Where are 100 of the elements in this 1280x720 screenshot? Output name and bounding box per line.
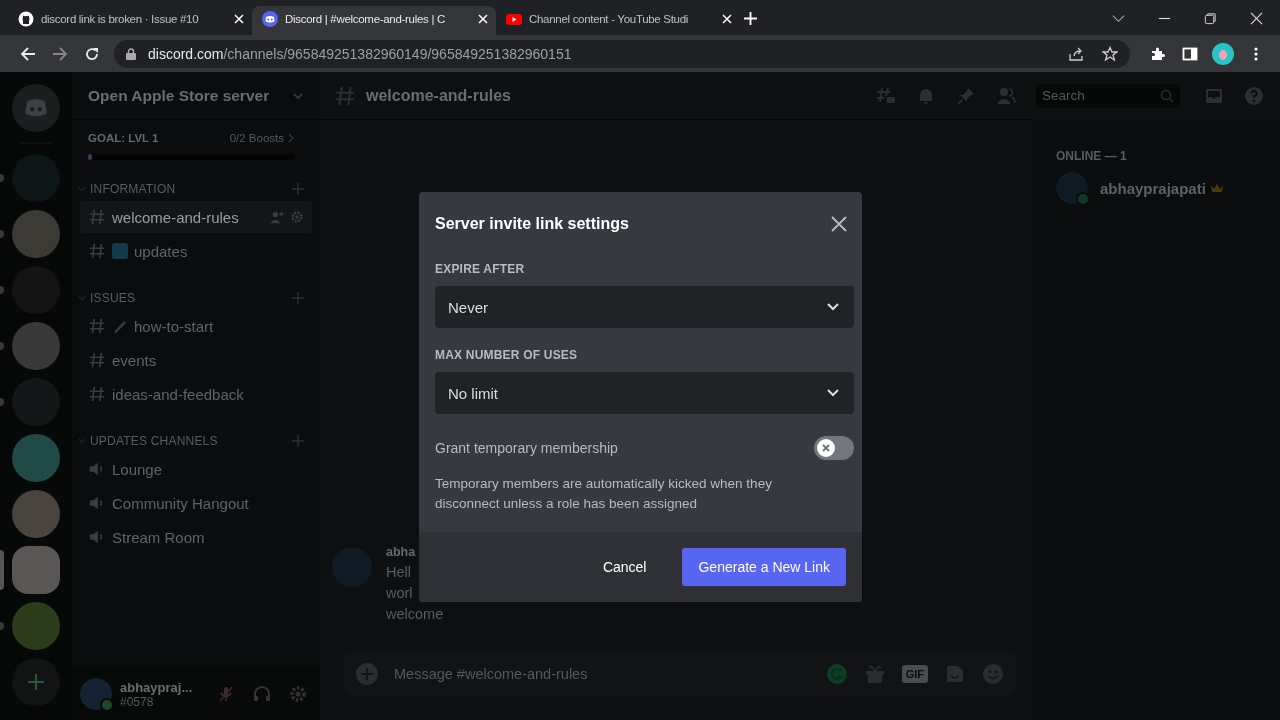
category-name[interactable]: UPDATES CHANNELS (90, 434, 292, 448)
settings-icon[interactable] (290, 210, 304, 224)
dropdown[interactable]: No limit (435, 372, 854, 414)
channel-title: welcome-and-rules (366, 86, 511, 105)
search-field[interactable]: Search (1036, 83, 1180, 108)
search-placeholder: Search (1042, 88, 1086, 103)
url-text: discord.com/channels/965849251382960149/965849251382960151 (148, 45, 572, 62)
caret-icon[interactable] (78, 437, 86, 445)
github-icon (18, 10, 34, 27)
plus-icon[interactable] (292, 183, 304, 195)
new-emoji-icon (112, 243, 128, 259)
channel-item[interactable]: Community Hangout (80, 487, 312, 519)
boost-goal: GOAL: LVL 1 (88, 132, 160, 144)
chevron-icon (826, 302, 840, 312)
members-icon[interactable] (996, 85, 1016, 106)
discord-icon (262, 10, 278, 27)
gift-icon[interactable] (863, 663, 886, 685)
plus-icon[interactable] (356, 663, 378, 685)
dialog-title: Server invite link settings (435, 215, 630, 233)
dropdown[interactable]: Never (435, 286, 854, 328)
browser-tab[interactable]: Discord | #welcome-and-rules | C (252, 6, 496, 35)
hash-icon (334, 84, 356, 107)
hash-icon (88, 351, 106, 369)
tab-title: Discord | #welcome-and-rules | C (285, 12, 446, 25)
threads-icon[interactable] (876, 85, 896, 106)
message-text: worl (386, 585, 414, 601)
boost-count[interactable]: 0/2 Boosts (229, 132, 284, 144)
server-icon[interactable] (12, 84, 60, 132)
caret-icon[interactable] (78, 294, 86, 302)
members-heading: ONLINE — 1 (1056, 149, 1128, 163)
sticker-icon[interactable] (944, 663, 966, 685)
gif-button[interactable]: GIF (901, 665, 928, 683)
toggle-label: Grant temporary membership (435, 440, 619, 456)
add-server-button[interactable] (12, 658, 60, 706)
member-item[interactable]: abhayprajapati (1048, 167, 1272, 209)
user-avatar[interactable] (80, 678, 112, 710)
back-icon[interactable] (20, 45, 36, 62)
hash-icon (88, 242, 106, 260)
server-icon[interactable] (12, 602, 60, 650)
field-label: MAX NUMBER OF USES (435, 348, 579, 362)
server-icon[interactable] (12, 490, 60, 538)
server-icon[interactable] (12, 546, 60, 594)
help-icon[interactable] (1244, 85, 1264, 106)
category-name[interactable]: ISSUES (90, 291, 292, 305)
headphones-icon[interactable] (252, 684, 272, 704)
emoji-icon[interactable] (982, 663, 1004, 685)
channel-item[interactable]: welcome-and-rules (80, 201, 312, 233)
server-icon[interactable] (12, 322, 60, 370)
address-field[interactable]: discord.com/channels/965849251382960149/965849251382960151 (114, 39, 1130, 68)
side-panel-icon[interactable] (1182, 45, 1198, 62)
share-icon[interactable] (1068, 45, 1084, 62)
user-tag: #0578 (120, 694, 204, 709)
category-name[interactable]: INFORMATION (90, 182, 292, 196)
puzzle-icon[interactable] (1150, 45, 1166, 62)
message-input[interactable]: Message #welcome-and-rules GIF (344, 652, 1016, 696)
toggle-switch[interactable] (814, 436, 854, 460)
plus-icon[interactable] (292, 435, 304, 447)
toggle-description: Temporary members are automatically kicked when they disconnect unless a role has been assigned (435, 475, 773, 513)
microphone-icon[interactable] (216, 684, 236, 704)
close-icon[interactable] (831, 216, 847, 232)
reload-icon[interactable] (84, 45, 100, 62)
invite-icon[interactable] (270, 210, 284, 224)
member-name: abhayprajapati (1100, 179, 1206, 197)
restore-icon[interactable] (1204, 12, 1217, 25)
channel-name: Stream Room (112, 528, 206, 546)
cancel-button[interactable]: Cancel (582, 548, 667, 586)
server-icon[interactable] (12, 210, 60, 258)
user-avatar (1056, 172, 1088, 204)
channel-item[interactable]: how-to-start (80, 310, 312, 342)
new-tab-icon[interactable] (744, 12, 757, 25)
chevron-icon (826, 388, 840, 398)
browser-tab[interactable]: discord link is broken · Issue #10 (8, 6, 252, 35)
channel-name: welcome-and-rules (112, 208, 240, 226)
channel-name: Lounge (112, 460, 164, 478)
search-icon (1160, 88, 1174, 103)
channel-item[interactable]: updates (80, 235, 312, 267)
generate-link-button[interactable]: Generate a New Link (682, 548, 846, 586)
grammar-icon[interactable] (825, 663, 848, 685)
forward-icon[interactable] (52, 45, 68, 62)
channel-item[interactable]: ideas-and-feedback (80, 378, 312, 410)
star-icon[interactable] (1102, 45, 1118, 62)
channel-item[interactable]: events (80, 344, 312, 376)
field-label: EXPIRE AFTER (435, 262, 526, 276)
selected-indicator (0, 550, 4, 590)
channel-item[interactable]: Stream Room (80, 521, 312, 553)
hash-icon (88, 208, 106, 226)
channel-name: how-to-start (134, 317, 215, 335)
close-icon[interactable] (1250, 12, 1263, 25)
channel-name: events (112, 351, 158, 369)
channel-name: Community Hangout (112, 494, 250, 512)
server-header[interactable]: Open Apple Store server (72, 72, 320, 120)
plus-icon[interactable] (292, 292, 304, 304)
channel-item[interactable]: Lounge (80, 453, 312, 485)
caret-icon[interactable] (78, 185, 86, 193)
profile-avatar[interactable] (1212, 42, 1234, 65)
pin-icon[interactable] (956, 85, 976, 106)
chevron-icon[interactable] (1112, 12, 1125, 25)
settings-icon[interactable] (288, 684, 308, 704)
browser-tab[interactable]: Channel content - YouTube Studi (496, 6, 740, 35)
server-icon[interactable] (12, 434, 60, 482)
